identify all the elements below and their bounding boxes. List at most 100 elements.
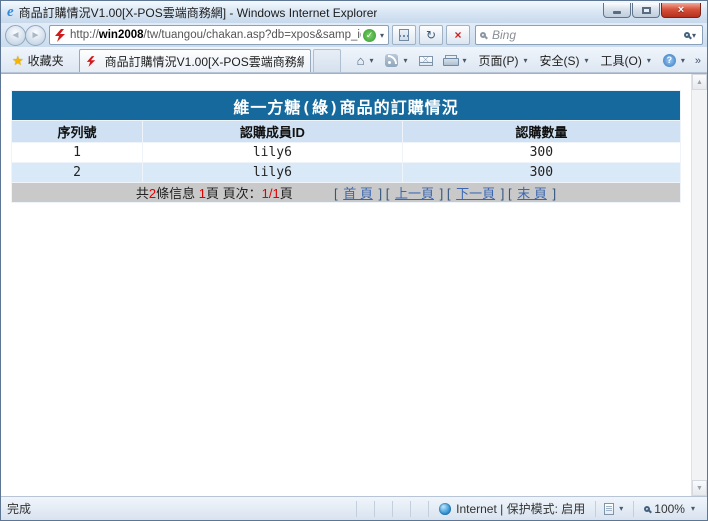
pagination-bar: 共2條信息 1頁 頁次：1/1頁 [ 首 頁 ] [ 上一頁 ] [ 下一頁 ]… xyxy=(12,183,681,203)
pagination-current: 1/1 xyxy=(262,186,280,201)
cell-member: lily6 xyxy=(143,163,403,183)
bracket: ] xyxy=(552,186,556,201)
forward-button[interactable]: ► xyxy=(25,25,46,46)
web-page: 維一方糖(綠)商品的訂購情況 序列號 認購成員ID 認購數量 1 lily6 3… xyxy=(1,74,691,496)
bracket: [ xyxy=(386,186,390,201)
address-bar[interactable]: http://win2008/tw/tuangou/chakan.asp?db=… xyxy=(49,25,389,45)
zoom-level: 100% xyxy=(654,502,685,516)
search-box[interactable]: Bing ▾ xyxy=(475,25,703,45)
window-title: 商品訂購情況V1.00[X-POS雲端商務網] - Windows Intern… xyxy=(19,4,378,21)
status-pane xyxy=(392,501,410,517)
bracket: ] xyxy=(440,186,444,201)
zone-text: Internet | 保护模式: 启用 xyxy=(456,500,585,517)
menu-tools-label: 工具(O) xyxy=(601,52,642,69)
help-button[interactable]: ? ▾ xyxy=(659,52,691,69)
scroll-up-icon[interactable]: ▲ xyxy=(692,74,707,90)
menu-safety[interactable]: 安全(S) ▾ xyxy=(536,50,595,71)
bracket: [ xyxy=(508,186,512,201)
pagination-text: 條信息 xyxy=(156,186,199,201)
maximize-icon xyxy=(642,7,651,14)
ie-logo-icon: e xyxy=(7,5,14,20)
column-header-seq: 序列號 xyxy=(12,121,143,143)
favorites-label: 收藏夹 xyxy=(28,52,64,69)
menu-page[interactable]: 页面(P) ▾ xyxy=(474,50,533,71)
print-dropdown-icon: ▾ xyxy=(460,56,468,65)
navigation-bar: ◄ ► http://win2008/tw/tuangou/chakan.asp… xyxy=(1,23,707,47)
pagination-text: 共 xyxy=(136,186,149,201)
tab-title: 商品訂購情況V1.00[X-POS雲端商務網] xyxy=(105,53,304,70)
minimize-button[interactable] xyxy=(603,3,631,18)
zoom-dropdown-icon: ▾ xyxy=(689,504,697,513)
vertical-scrollbar[interactable]: ▲ ▼ xyxy=(691,74,707,496)
search-go-icon[interactable] xyxy=(684,32,690,38)
tab-favicon xyxy=(86,56,96,67)
back-icon: ◄ xyxy=(11,30,21,41)
next-page-link[interactable]: 下一頁 xyxy=(456,186,495,201)
refresh-button[interactable]: ↻ xyxy=(419,25,443,45)
compatibility-view-button[interactable] xyxy=(392,25,416,45)
refresh-icon: ↻ xyxy=(426,28,436,42)
safety-dropdown-icon: ▾ xyxy=(617,504,625,513)
title-bar[interactable]: e 商品訂購情況V1.00[X-POS雲端商務網] - Windows Inte… xyxy=(1,1,707,23)
cell-qty: 300 xyxy=(402,163,680,183)
column-header-qty: 認購數量 xyxy=(402,121,680,143)
home-button[interactable]: ⌂ ▾ xyxy=(353,51,380,70)
pagination-pages: 1 xyxy=(199,186,206,201)
new-tab-button[interactable] xyxy=(313,49,341,72)
address-dropdown-icon[interactable]: ▾ xyxy=(378,31,386,40)
cell-qty: 300 xyxy=(402,143,680,163)
pagination-text: 頁 頁次： xyxy=(206,186,262,201)
forward-icon: ► xyxy=(31,30,41,41)
order-table: 維一方糖(綠)商品的訂購情況 序列號 認購成員ID 認購數量 1 lily6 3… xyxy=(11,90,681,203)
cell-seq: 1 xyxy=(12,143,143,163)
bracket: ] xyxy=(378,186,382,201)
menu-tools[interactable]: 工具(O) ▾ xyxy=(597,50,657,71)
active-tab[interactable]: 商品訂購情況V1.00[X-POS雲端商務網] xyxy=(79,49,311,72)
page-safety-button[interactable]: ▾ xyxy=(595,501,633,517)
last-page-link[interactable]: 末 頁 xyxy=(517,186,547,201)
search-icon xyxy=(480,32,486,38)
feeds-dropdown-icon: ▾ xyxy=(401,56,409,65)
stop-icon: × xyxy=(454,28,461,42)
zoom-control[interactable]: 100% ▾ xyxy=(633,501,701,517)
search-placeholder: Bing xyxy=(492,28,684,42)
prev-page-link[interactable]: 上一頁 xyxy=(395,186,434,201)
minimize-icon xyxy=(613,11,621,14)
first-page-link[interactable]: 首 頁 xyxy=(343,186,373,201)
menu-page-dropdown-icon: ▾ xyxy=(521,56,529,65)
toolbar-overflow-chevron[interactable]: » xyxy=(693,55,703,67)
favorites-button[interactable]: ★ 收藏夹 xyxy=(3,49,73,72)
home-dropdown-icon: ▾ xyxy=(367,56,375,65)
cell-seq: 2 xyxy=(12,163,143,183)
bracket: [ xyxy=(447,186,451,201)
menu-page-label: 页面(P) xyxy=(478,52,518,69)
stop-button[interactable]: × xyxy=(446,25,470,45)
menu-safety-dropdown-icon: ▾ xyxy=(583,56,591,65)
menu-safety-label: 安全(S) xyxy=(540,52,580,69)
read-mail-button[interactable] xyxy=(415,54,437,68)
bracket: ] xyxy=(501,186,505,201)
security-badge-icon: ✓ xyxy=(363,29,376,42)
column-header-member: 認購成員ID xyxy=(143,121,403,143)
print-button[interactable]: ▾ xyxy=(439,53,472,68)
cell-member: lily6 xyxy=(143,143,403,163)
url-path: /tw/tuangou/chakan.asp?db=xpos&samp_id=3… xyxy=(144,29,361,41)
zoom-icon xyxy=(644,506,650,512)
url-domain: win2008 xyxy=(99,29,144,41)
back-button[interactable]: ◄ xyxy=(5,25,26,46)
close-button[interactable]: × xyxy=(661,3,701,18)
status-pane xyxy=(374,501,392,517)
site-favicon xyxy=(54,29,66,42)
scroll-down-icon[interactable]: ▼ xyxy=(692,480,707,496)
menu-tools-dropdown-icon: ▾ xyxy=(645,56,653,65)
status-pane xyxy=(356,501,374,517)
security-zone: Internet | 保护模式: 启用 xyxy=(428,501,595,517)
feeds-button[interactable]: ▾ xyxy=(381,52,413,69)
url-protocol: http:// xyxy=(70,29,99,41)
bracket: [ xyxy=(334,186,338,201)
tab-toolbar: ★ 收藏夹 商品訂購情況V1.00[X-POS雲端商務網] ⌂ ▾ ▾ xyxy=(1,47,707,73)
table-title: 維一方糖(綠)商品的訂購情況 xyxy=(12,91,681,121)
maximize-button[interactable] xyxy=(632,3,660,18)
globe-icon xyxy=(439,503,451,515)
status-bar: 完成 Internet | 保护模式: 启用 ▾ 100% ▾ xyxy=(1,496,707,520)
